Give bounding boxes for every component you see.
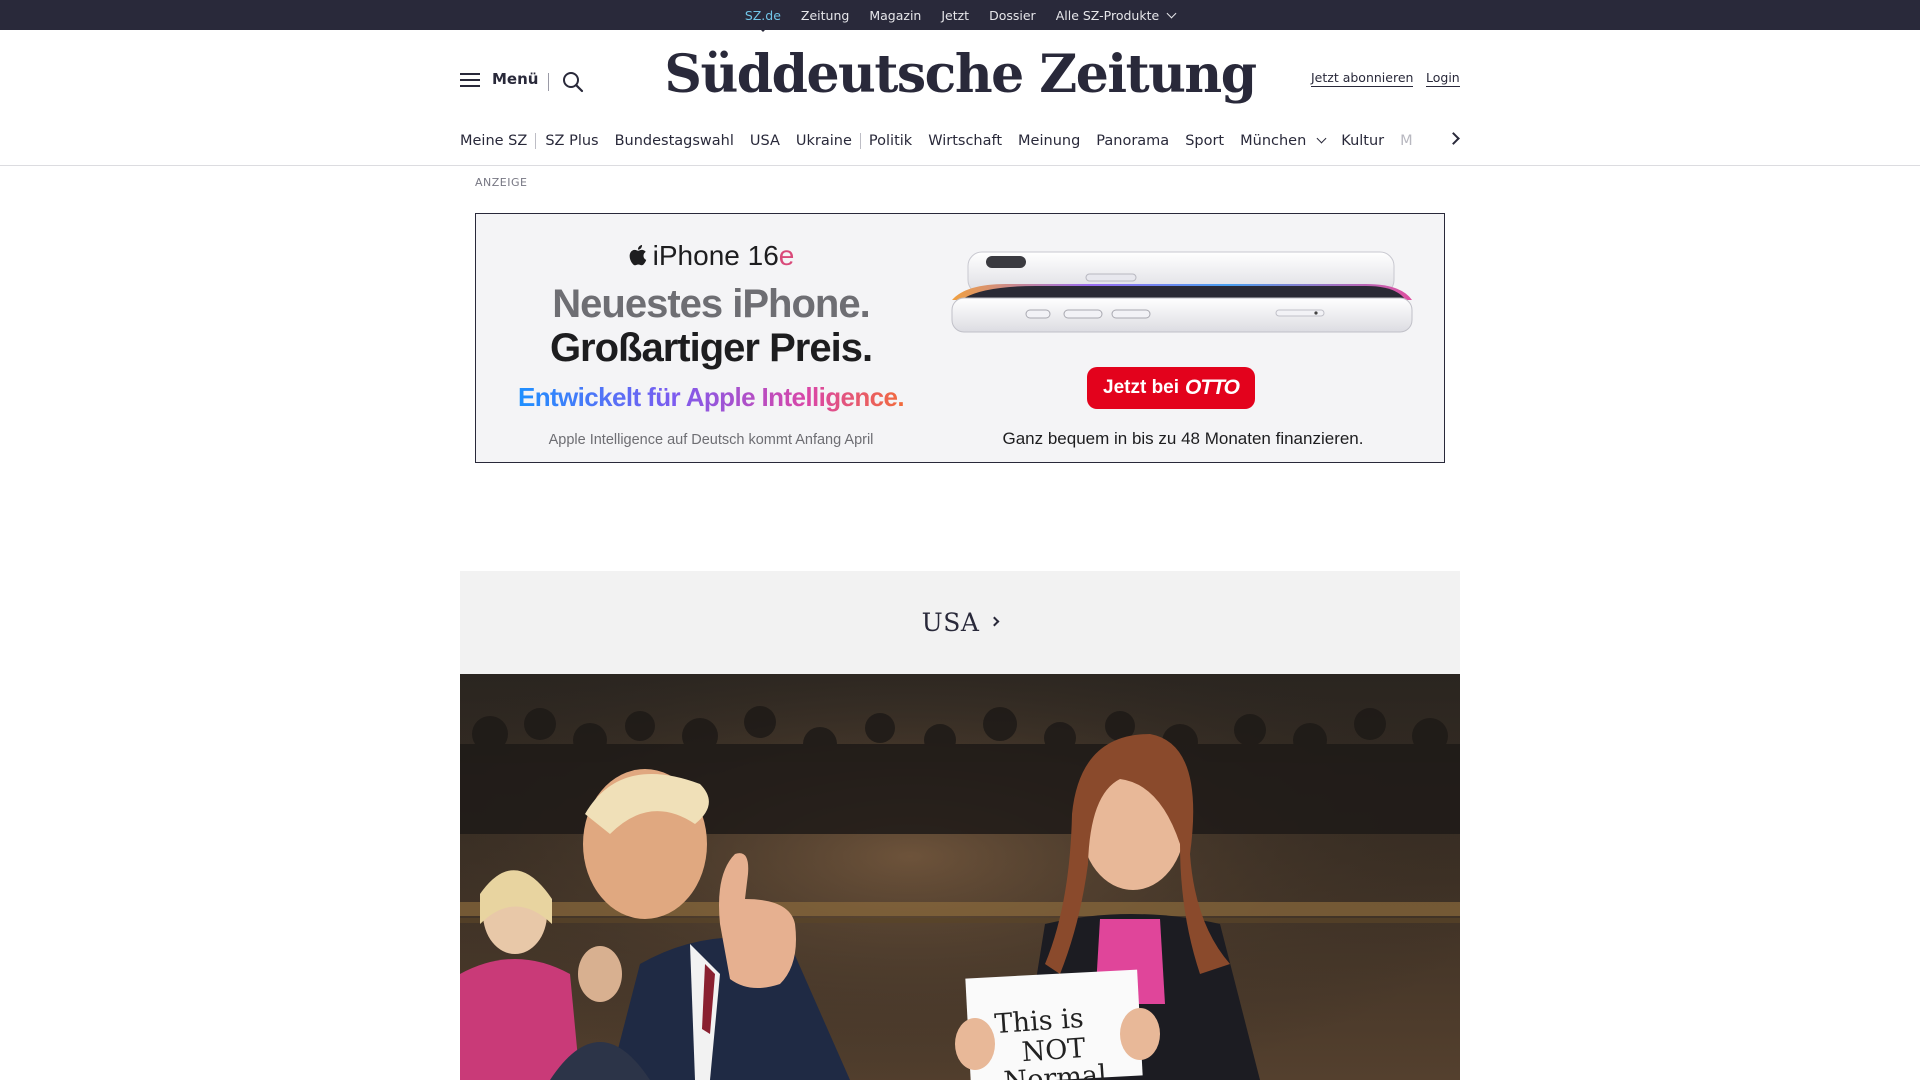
nav-item-meinung[interactable]: Meinung [1010, 133, 1088, 149]
nav-item-sport[interactable]: Sport [1177, 133, 1232, 149]
ad-footnote: Apple Intelligence auf Deutsch kommt Anf… [548, 432, 874, 448]
ad-label: ANZEIGE [475, 176, 528, 189]
otto-cta-button[interactable]: Jetzt bei OTTO [1087, 367, 1255, 409]
product-link-sz-de[interactable]: SZ.de [735, 8, 791, 23]
ad-banner[interactable]: iPhone 16e Neuestes iPhone. Großartiger … [475, 213, 1445, 463]
site-header: Menü Süddeutsche Zeitung Jetzt abonniere… [0, 30, 1920, 166]
chevron-down-icon [1166, 8, 1177, 18]
product-bar: SZ.de Zeitung Magazin Jetzt Dossier Alle… [0, 0, 1920, 30]
ad-headline-line-1: Neuestes iPhone. [552, 282, 870, 326]
nav-item-sz-plus[interactable]: SZ Plus [536, 133, 606, 149]
ad-headline: Neuestes iPhone. Großartiger Preis. [476, 282, 946, 370]
nav-item-wirtschaft[interactable]: Wirtschaft [920, 133, 1010, 149]
ad-financing-text: Ganz bequem in bis zu 48 Monaten finanzi… [1002, 429, 1364, 448]
ad-brand: iPhone 16e [476, 240, 946, 272]
ad-brand-suffix: e [778, 240, 795, 271]
nav-item-kultur[interactable]: Kultur [1333, 133, 1392, 149]
section-header-usa[interactable]: USA [460, 571, 1460, 674]
nav-item-bundestagswahl[interactable]: Bundestagswahl [607, 133, 742, 149]
ad-copy: iPhone 16e Neuestes iPhone. Großartiger … [476, 214, 946, 462]
nav-item-muenchen-label: München [1240, 133, 1307, 149]
chevron-right-icon [989, 616, 1000, 627]
section-title: USA [921, 608, 980, 637]
nav-item-muenchen[interactable]: München [1232, 133, 1333, 149]
otto-cta-label: Jetzt bei [1103, 377, 1180, 398]
site-logo[interactable]: Süddeutsche Zeitung [0, 44, 1920, 105]
subscribe-link[interactable]: Jetzt abonnieren [1311, 70, 1414, 87]
product-link-all-products[interactable]: Alle SZ-Produkte [1046, 8, 1185, 23]
nav-item-usa[interactable]: USA [742, 133, 788, 149]
product-link-jetzt[interactable]: Jetzt [931, 8, 979, 23]
nav-item-ukraine[interactable]: Ukraine [788, 133, 860, 149]
ad-brand-name: iPhone 16 [652, 240, 779, 271]
ad-ai-tagline-text: Entwickelt für Apple Intelligence. [517, 382, 905, 412]
iphone-product-image [951, 251, 1413, 333]
login-link[interactable]: Login [1426, 70, 1460, 87]
lead-article-photo[interactable]: This is NOT Normal [460, 674, 1460, 1080]
main-nav: Meine SZ SZ Plus Bundestagswahl USA Ukra… [460, 126, 1460, 156]
ad-ai-tagline: Entwickelt für Apple Intelligence. [476, 382, 946, 413]
nav-item-truncated[interactable]: M [1392, 133, 1421, 149]
nav-item-meine-sz[interactable]: Meine SZ [460, 133, 535, 149]
otto-logo: OTTO [1185, 376, 1240, 399]
product-link-all-products-label: Alle SZ-Produkte [1055, 7, 1160, 23]
chevron-down-icon [1316, 133, 1327, 143]
chevron-right-icon[interactable] [1448, 131, 1462, 145]
apple-logo-icon [629, 245, 646, 266]
ad-headline-line-2: Großartiger Preis. [549, 326, 873, 370]
nav-item-politik[interactable]: Politik [861, 133, 920, 149]
product-link-magazin[interactable]: Magazin [859, 8, 931, 23]
product-link-dossier[interactable]: Dossier [979, 8, 1046, 23]
nav-item-panorama[interactable]: Panorama [1088, 133, 1177, 149]
product-link-zeitung[interactable]: Zeitung [791, 8, 859, 23]
